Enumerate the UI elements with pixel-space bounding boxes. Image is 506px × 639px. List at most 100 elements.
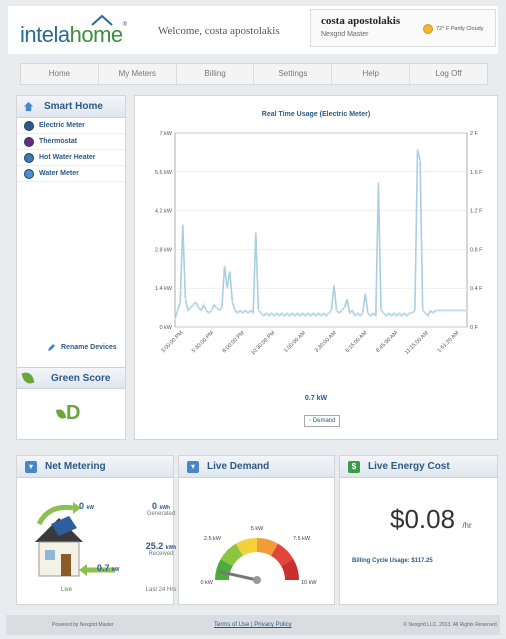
demand-point	[450, 309, 453, 312]
demand-point	[445, 309, 447, 312]
x-tick-label: 5:30:00 PM	[191, 330, 215, 354]
sidebar-item-electric-meter[interactable]: Electric Meter	[17, 118, 125, 134]
sidebar-item-hot-water-heater[interactable]: Hot Water Heater	[17, 150, 125, 166]
nav-my-meters[interactable]: My Meters	[99, 64, 177, 84]
hot-water-heater-icon	[24, 152, 34, 163]
demand-point	[387, 312, 390, 314]
demand-point	[189, 306, 192, 309]
demand-point	[181, 223, 184, 226]
demand-point	[228, 270, 231, 273]
demand-point	[343, 306, 346, 309]
intelahome-logo[interactable]: intelahome®	[20, 14, 140, 48]
demand-point	[354, 315, 356, 317]
demand-point	[361, 312, 364, 314]
x-tick-label: 1:00:00 AM	[283, 330, 307, 354]
y-left-tick-label: 7 kW	[159, 131, 172, 137]
x-tick-label: 8:45:00 AM	[375, 330, 399, 354]
live-cost-value: $0.08 /hr	[390, 504, 472, 534]
demand-point	[314, 315, 317, 317]
green-score-value: D	[55, 402, 80, 425]
demand-point	[247, 312, 249, 314]
nav-log-off[interactable]: Log Off	[410, 64, 487, 84]
main-nav: Home My Meters Billing Settings Help Log…	[20, 63, 488, 85]
demand-point	[278, 315, 281, 317]
demand-point	[304, 315, 307, 317]
demand-point	[351, 309, 354, 312]
demand-point	[390, 315, 393, 317]
gauge-tick-label: 7.5 kW	[293, 536, 311, 542]
demand-point	[429, 309, 432, 312]
house-icon	[23, 101, 34, 112]
demand-point	[213, 303, 215, 306]
x-tick-label: 11:15:00 AM	[404, 330, 430, 356]
smart-home-header: Smart Home	[17, 96, 125, 118]
live-demand-icon: ▾	[187, 460, 199, 473]
demand-point	[281, 312, 283, 314]
green-score-header: Green Score	[17, 367, 125, 389]
copyright: © Nexgrid LLC. 2013. All Rights Reserved…	[403, 622, 498, 628]
demand-point	[252, 312, 255, 314]
demand-point	[434, 309, 437, 312]
current-demand-value: 0.7 kW	[304, 395, 328, 402]
demand-point	[174, 317, 176, 320]
demand-point	[275, 312, 278, 314]
demand-point	[442, 309, 445, 312]
live-energy-cost-header: $ Live Energy Cost	[340, 456, 497, 478]
demand-point	[335, 309, 338, 312]
demand-point	[312, 312, 315, 314]
sidebar-item-thermostat[interactable]: Thermostat	[17, 134, 125, 150]
y-right-tick-label: 1.6 F	[470, 170, 483, 176]
demand-point	[377, 182, 380, 184]
demand-point	[294, 315, 296, 317]
demand-point	[218, 309, 221, 312]
y-right-tick-label: 1.2 F	[470, 209, 483, 215]
footer-links: Terms of Use | Privacy Policy	[214, 622, 292, 628]
pencil-icon	[48, 344, 55, 351]
nav-home[interactable]: Home	[21, 64, 99, 84]
demand-gauge: 0 kW 2.5 kW 5 kW 7.5 kW 10 kW	[200, 526, 317, 586]
net-metering-icon: ▾	[25, 460, 37, 473]
demand-point	[346, 298, 348, 301]
live-demand-panel: ▾ Live Demand 0 kW 2.5 kW 5 kW 7.5 kW 10 kW	[178, 455, 335, 605]
sidebar-item-water-meter[interactable]: Water Meter	[17, 166, 125, 182]
demand-point	[257, 309, 260, 312]
demand-point	[424, 312, 427, 314]
demand-point	[179, 301, 182, 303]
demand-point	[447, 309, 450, 312]
demand-point	[215, 306, 218, 309]
demand-point	[356, 312, 359, 314]
y-right-tick-label: 0.8 F	[470, 247, 483, 253]
demand-point	[348, 312, 351, 314]
y-left-tick-label: 5.6 kW	[155, 170, 173, 176]
rename-devices-link[interactable]: Rename Devices	[47, 343, 117, 352]
demand-point	[458, 309, 461, 312]
terms-of-use-link[interactable]: Terms of Use	[214, 622, 249, 628]
user-name[interactable]: costa apostolakis	[321, 15, 400, 27]
demand-point	[176, 309, 179, 312]
x-tick-label: 1:51:20 AM	[436, 330, 460, 354]
demand-point	[236, 312, 239, 314]
demand-point	[359, 315, 361, 317]
demand-point	[249, 309, 252, 312]
nav-billing[interactable]: Billing	[177, 64, 255, 84]
demand-point	[432, 312, 434, 314]
demand-point	[296, 312, 299, 314]
demand-point	[309, 315, 312, 317]
demand-point	[260, 312, 262, 314]
demand-point	[187, 309, 189, 312]
demand-point	[408, 312, 411, 314]
demand-point	[403, 312, 406, 314]
demand-point	[400, 315, 403, 317]
demand-point	[184, 298, 187, 301]
demand-point	[288, 315, 291, 317]
net-metering-panel: ▾ Net Metering 0 kW 0.7 kW Live 0 kWh Ge…	[16, 455, 176, 605]
generation-kw: 0 kW	[79, 501, 95, 511]
privacy-policy-link[interactable]: Privacy Policy	[254, 622, 291, 628]
nav-settings[interactable]: Settings	[254, 64, 333, 84]
nav-help[interactable]: Help	[332, 64, 411, 84]
chart-legend[interactable]: ▪ Demand	[304, 415, 341, 427]
demand-point	[241, 312, 244, 314]
demand-point	[453, 309, 455, 312]
smart-home-title: Smart Home	[44, 101, 103, 112]
demand-point	[273, 315, 275, 317]
